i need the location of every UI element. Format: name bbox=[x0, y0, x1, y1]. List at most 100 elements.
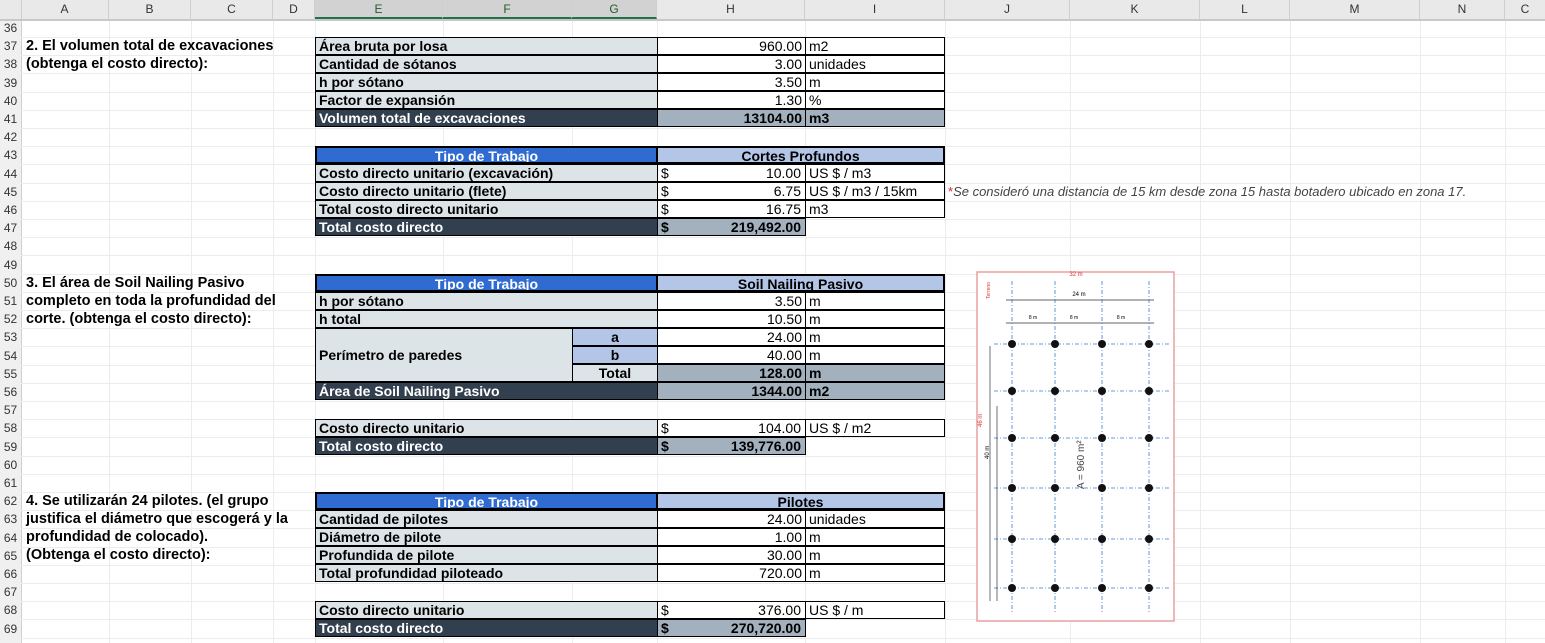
q2-work-type-header[interactable]: Tipo de Trabajo bbox=[315, 146, 658, 164]
q4-unit-cost-value[interactable]: $376.00 bbox=[657, 601, 806, 619]
q3-total-cost-value[interactable]: $139,776.00 bbox=[657, 437, 806, 455]
row-header[interactable]: 48 bbox=[0, 237, 21, 255]
q4-unit-depth[interactable]: m bbox=[805, 546, 945, 564]
q3-unit-total-height[interactable]: m bbox=[805, 310, 945, 328]
q2-value-expansion[interactable]: 1.30 bbox=[657, 91, 806, 109]
q4-label-diameter[interactable]: Diámetro de pilote bbox=[315, 528, 658, 546]
row-header[interactable]: 52 bbox=[0, 310, 21, 328]
q2-unit-total-unit-cost[interactable]: m3 bbox=[805, 200, 945, 218]
row-header[interactable]: 47 bbox=[0, 219, 21, 237]
row-header[interactable]: 49 bbox=[0, 256, 21, 274]
q3-area-value[interactable]: 1344.00 bbox=[657, 382, 806, 400]
q3-area-label[interactable]: Área de Soil Nailing Pasivo bbox=[315, 382, 658, 400]
q2-total-volume-value[interactable]: 13104.00 bbox=[657, 109, 806, 127]
q2-value-area[interactable]: 960.00 bbox=[657, 37, 806, 55]
q4-value-depth[interactable]: 30.00 bbox=[657, 546, 806, 564]
q3-perimeter-b-value[interactable]: 40.00 bbox=[657, 346, 806, 364]
q2-unit-expansion[interactable]: % bbox=[805, 91, 945, 109]
row-header[interactable]: 39 bbox=[0, 74, 21, 92]
row-header[interactable]: 51 bbox=[0, 292, 21, 310]
q4-unit-pile-count[interactable]: unidades bbox=[805, 510, 945, 528]
q3-total-cost-label[interactable]: Total costo directo bbox=[315, 437, 658, 455]
row-header[interactable]: 45 bbox=[0, 183, 21, 201]
q3-unit-cost-value[interactable]: $104.00 bbox=[657, 419, 806, 437]
q2-label-total-unit-cost[interactable]: Total costo directo unitario bbox=[315, 200, 658, 218]
q2-value-basements[interactable]: 3.00 bbox=[657, 55, 806, 73]
row-header[interactable]: 42 bbox=[0, 128, 21, 146]
col-header-g[interactable]: G bbox=[572, 0, 657, 19]
q2-total-cost-label[interactable]: Total costo directo bbox=[315, 218, 658, 236]
q4-label-depth[interactable]: Profundida de pilote bbox=[315, 546, 658, 564]
q3-perimeter-b-label[interactable]: b bbox=[572, 346, 658, 364]
pile-layout-drawing[interactable]: 32 m Terreno 24 m 8 m 8 m 8 m 46 m 40 m … bbox=[976, 271, 1176, 623]
q4-total-cost-value[interactable]: $270,720.00 bbox=[657, 619, 806, 637]
col-header-n[interactable]: N bbox=[1420, 0, 1505, 19]
col-header-k[interactable]: K bbox=[1070, 0, 1200, 19]
q4-unit-total-depth[interactable]: m bbox=[805, 564, 945, 582]
q4-value-pile-count[interactable]: 24.00 bbox=[657, 510, 806, 528]
row-header[interactable]: 56 bbox=[0, 383, 21, 401]
q2-total-volume-label[interactable]: Volumen total de excavaciones bbox=[315, 109, 658, 127]
q3-work-type-header[interactable]: Tipo de Trabajo bbox=[315, 274, 658, 292]
q2-unit-height[interactable]: m bbox=[805, 73, 945, 91]
col-header-i[interactable]: I bbox=[805, 0, 945, 19]
q2-value-total-unit-cost[interactable]: $16.75 bbox=[657, 200, 806, 218]
row-header[interactable]: 44 bbox=[0, 165, 21, 183]
q3-perimeter-total-label[interactable]: Total bbox=[572, 364, 658, 382]
row-header[interactable]: 62 bbox=[0, 492, 21, 510]
q4-work-name-header[interactable]: Pilotes bbox=[656, 492, 945, 510]
row-header[interactable]: 59 bbox=[0, 438, 21, 456]
row-header[interactable]: 64 bbox=[0, 529, 21, 547]
q3-perimeter-total-value[interactable]: 128.00 bbox=[657, 364, 806, 382]
row-header[interactable]: 67 bbox=[0, 583, 21, 601]
q2-label-height[interactable]: h por sótano bbox=[315, 73, 658, 91]
q2-total-cost-value[interactable]: $219,492.00 bbox=[657, 218, 806, 236]
q2-value-height[interactable]: 3.50 bbox=[657, 73, 806, 91]
col-header-a[interactable]: A bbox=[21, 0, 109, 19]
q3-label-total-height[interactable]: h total bbox=[315, 310, 658, 328]
q2-label-cost-excavation[interactable]: Costo directo unitario (excavación) bbox=[315, 164, 658, 182]
q3-perimeter-b-unit[interactable]: m bbox=[805, 346, 945, 364]
row-header[interactable]: 54 bbox=[0, 347, 21, 365]
row-header[interactable]: 63 bbox=[0, 510, 21, 528]
row-header[interactable]: 69 bbox=[0, 620, 21, 638]
row-header[interactable]: 41 bbox=[0, 110, 21, 128]
row-header[interactable]: 65 bbox=[0, 547, 21, 565]
row-header[interactable]: 53 bbox=[0, 328, 21, 346]
q2-total-volume-unit[interactable]: m3 bbox=[805, 109, 945, 127]
col-header-j[interactable]: J bbox=[945, 0, 1070, 19]
q2-value-cost-freight[interactable]: $6.75 bbox=[657, 182, 806, 200]
q4-value-diameter[interactable]: 1.00 bbox=[657, 528, 806, 546]
row-header[interactable]: 43 bbox=[0, 146, 21, 164]
row-header[interactable]: 38 bbox=[0, 55, 21, 73]
q4-work-type-header[interactable]: Tipo de Trabajo bbox=[315, 492, 658, 510]
q4-label-pile-count[interactable]: Cantidad de pilotes bbox=[315, 510, 658, 528]
q3-value-height[interactable]: 3.50 bbox=[657, 292, 806, 310]
q3-perimeter-label[interactable]: Perímetro de paredes bbox=[315, 328, 573, 382]
row-header[interactable]: 58 bbox=[0, 419, 21, 437]
q3-area-unit[interactable]: m2 bbox=[805, 382, 945, 400]
q4-unit-cost-unit[interactable]: US $ / m bbox=[805, 601, 945, 619]
col-header-l[interactable]: L bbox=[1200, 0, 1290, 19]
col-header-d[interactable]: D bbox=[273, 0, 315, 19]
col-header-f[interactable]: F bbox=[443, 0, 572, 19]
q2-unit-cost-excavation[interactable]: US $ / m3 bbox=[805, 164, 945, 182]
q4-label-total-depth[interactable]: Total profundidad piloteado bbox=[315, 564, 658, 582]
col-header-m[interactable]: M bbox=[1290, 0, 1420, 19]
row-header[interactable]: 66 bbox=[0, 565, 21, 583]
col-header-b[interactable]: B bbox=[109, 0, 191, 19]
q3-perimeter-a-value[interactable]: 24.00 bbox=[657, 328, 806, 346]
q3-perimeter-a-label[interactable]: a bbox=[572, 328, 658, 346]
q3-perimeter-total-unit[interactable]: m bbox=[805, 364, 945, 382]
row-header[interactable]: 60 bbox=[0, 456, 21, 474]
row-header[interactable]: 40 bbox=[0, 92, 21, 110]
q2-value-cost-excavation[interactable]: $10.00 bbox=[657, 164, 806, 182]
col-header-c[interactable]: C bbox=[191, 0, 273, 19]
col-header-h[interactable]: H bbox=[657, 0, 805, 19]
select-all-corner[interactable] bbox=[0, 0, 22, 19]
q3-unit-height[interactable]: m bbox=[805, 292, 945, 310]
row-header[interactable]: 55 bbox=[0, 365, 21, 383]
q2-work-name-header[interactable]: Cortes Profundos bbox=[656, 146, 945, 164]
q2-label-basements[interactable]: Cantidad de sótanos bbox=[315, 55, 658, 73]
row-header[interactable]: 61 bbox=[0, 474, 21, 492]
